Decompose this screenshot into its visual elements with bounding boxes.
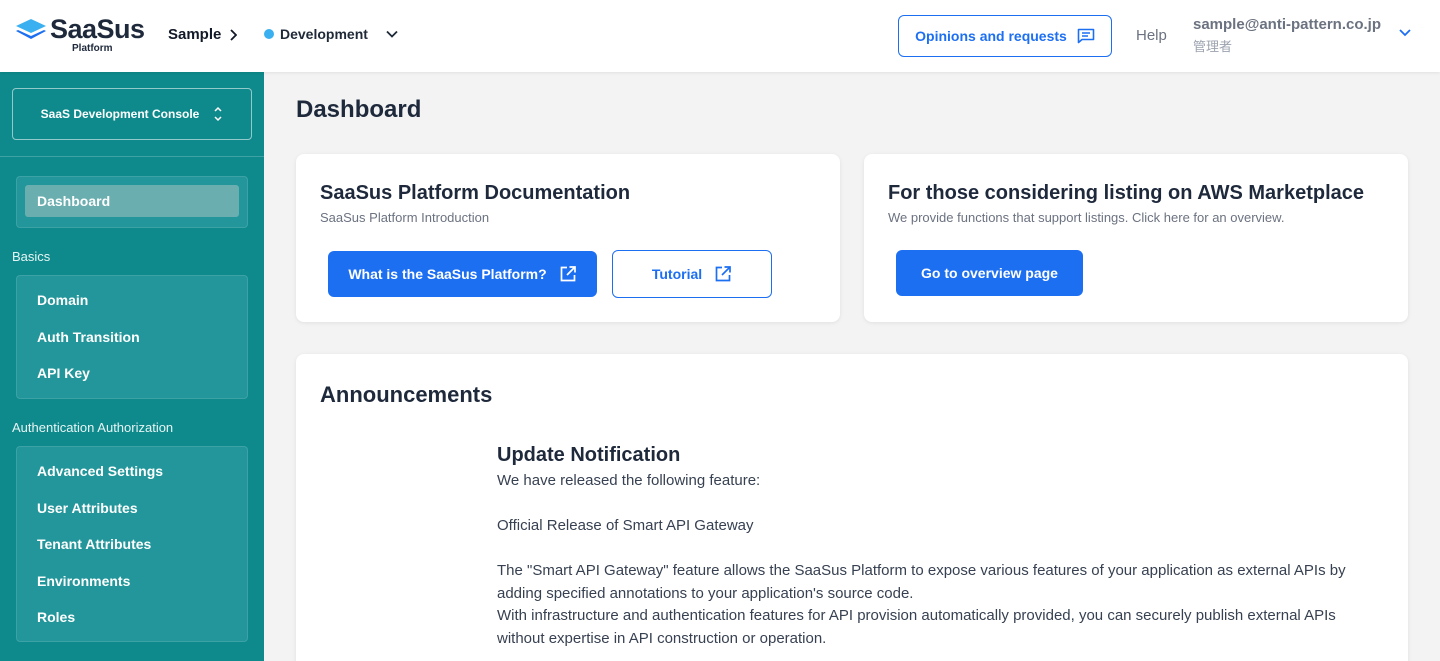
sidebar-divider: [0, 156, 264, 157]
docs-card-title: SaaSus Platform Documentation: [320, 182, 631, 204]
chat-icon: [1077, 28, 1095, 44]
sidebar-item-domain[interactable]: Domain: [17, 282, 247, 319]
environment-name: Development: [280, 26, 368, 42]
console-selector[interactable]: SaaS Development Console: [12, 88, 252, 140]
sidebar-item-api-key[interactable]: API Key: [17, 355, 247, 392]
chevron-right-icon: [230, 28, 238, 41]
sidebar-section-auth: Authentication Authorization: [12, 420, 174, 435]
sidebar-item-advanced-settings[interactable]: Advanced Settings: [17, 453, 247, 490]
announcements-card: Announcements Update Notification We hav…: [296, 354, 1408, 661]
docs-card-subtitle: SaaSus Platform Introduction: [320, 210, 490, 225]
logo-subtext: Platform: [72, 43, 113, 54]
sidebar-item-tenant-attributes[interactable]: Tenant Attributes: [17, 526, 247, 563]
announcement-paragraph: The "Smart API Gateway" feature allows t…: [497, 562, 1346, 602]
chevron-down-icon: [386, 30, 398, 38]
announcement-paragraph: With infrastructure and authentication f…: [497, 607, 1336, 647]
aws-marketplace-card: For those considering listing on AWS Mar…: [864, 154, 1408, 322]
sidebar-item-dashboard[interactable]: Dashboard: [25, 185, 239, 217]
user-menu[interactable]: sample@anti-pattern.co.jp 管理者: [1193, 16, 1381, 55]
project-name: Sample: [168, 26, 222, 43]
environment-status-dot: [264, 29, 274, 39]
go-to-overview-button[interactable]: Go to overview page: [896, 250, 1083, 296]
sidebar-item-environments[interactable]: Environments: [17, 563, 247, 600]
aws-card-title: For those considering listing on AWS Mar…: [888, 182, 1364, 204]
sidebar-group-auth: Advanced Settings User Attributes Tenant…: [16, 446, 248, 642]
external-link-icon: [560, 266, 576, 282]
chevron-down-icon[interactable]: [1398, 28, 1412, 37]
environment-selector[interactable]: Development: [264, 26, 398, 42]
logo-text: SaaSus: [50, 14, 145, 44]
page-title: Dashboard: [296, 96, 422, 123]
external-link-icon: [715, 266, 731, 282]
saasus-logo-icon: [16, 19, 46, 39]
opinions-label: Opinions and requests: [915, 28, 1067, 44]
announcement-paragraph: We have released the following feature:: [497, 472, 761, 489]
user-role: 管理者: [1193, 39, 1233, 54]
announcements-title: Announcements: [320, 382, 493, 407]
user-email: sample@anti-pattern.co.jp: [1193, 16, 1381, 33]
top-header: SaaSus Platform Sample Development Opini…: [0, 0, 1440, 72]
announcement-heading: Update Notification: [497, 444, 681, 466]
updown-icon: [214, 106, 222, 122]
sidebar-item-user-attributes[interactable]: User Attributes: [17, 490, 247, 527]
what-is-saasus-label: What is the SaaSus Platform?: [348, 266, 547, 282]
tutorial-button[interactable]: Tutorial: [612, 250, 772, 298]
announcement-body: Update Notification We have released the…: [497, 442, 1387, 650]
saasus-logo[interactable]: SaaSus Platform: [16, 14, 146, 56]
console-label: SaaS Development Console: [40, 107, 200, 121]
sidebar-group-basics: Domain Auth Transition API Key: [16, 275, 248, 399]
sidebar-section-basics: Basics: [12, 249, 51, 264]
tutorial-label: Tutorial: [651, 266, 703, 282]
sidebar-item-auth-transition[interactable]: Auth Transition: [17, 319, 247, 356]
docs-card: SaaSus Platform Documentation SaaSus Pla…: [296, 154, 840, 322]
sidebar: SaaS Development Console Dashboard Basic…: [0, 72, 264, 661]
aws-card-subtitle: We provide functions that support listin…: [888, 210, 1285, 225]
project-breadcrumb[interactable]: Sample: [168, 26, 238, 43]
sidebar-item-roles[interactable]: Roles: [17, 599, 247, 636]
announcement-paragraph: Official Release of Smart API Gateway: [497, 517, 754, 534]
opinions-requests-button[interactable]: Opinions and requests: [898, 15, 1112, 57]
help-link[interactable]: Help: [1136, 27, 1167, 44]
sidebar-group-dashboard: Dashboard: [16, 176, 248, 228]
what-is-saasus-button[interactable]: What is the SaaSus Platform?: [328, 251, 597, 297]
